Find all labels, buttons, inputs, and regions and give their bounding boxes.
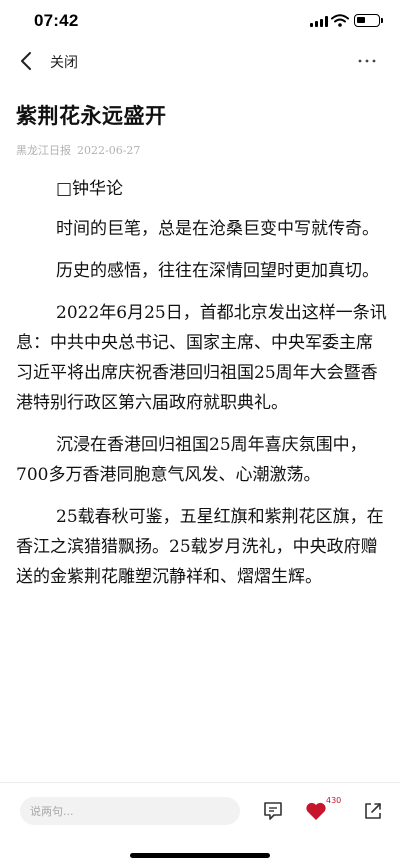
article-meta: 黑龙江日报 2022-06-27 — [16, 142, 140, 158]
home-indicator[interactable] — [130, 853, 270, 858]
chevron-left-icon[interactable] — [16, 50, 38, 72]
status-time: 07:42 — [34, 11, 79, 30]
signal-icon — [310, 16, 328, 27]
heart-icon[interactable] — [305, 801, 327, 821]
like-count: 430 — [326, 796, 342, 805]
battery-icon — [354, 14, 380, 27]
close-button[interactable]: 关闭 — [50, 52, 78, 72]
paragraph: 2022年6月25日，首都北京发出这样一条讯息：中共中央总书记、国家主席、中央军… — [16, 303, 387, 413]
article-source: 黑龙江日报 — [16, 144, 71, 157]
wifi-icon — [331, 14, 349, 27]
share-icon[interactable] — [362, 800, 384, 822]
paragraph: 历史的感悟，往往在深情回望时更加真切。 — [56, 261, 379, 281]
paragraph: 沉浸在香港回归祖国25周年喜庆氛围中，700多万香港同胞意气风发、心潮激荡。 — [16, 435, 367, 485]
author-line: □钟华论 — [56, 179, 124, 199]
article-title: 紫荆花永远盛开 — [16, 104, 167, 128]
comment-icon[interactable] — [262, 800, 284, 822]
bottom-action-bar: 430 — [0, 782, 400, 865]
paragraph: 时间的巨笔，总是在沧桑巨变中写就传奇。 — [56, 219, 379, 239]
battery-cap — [381, 18, 383, 23]
paragraph: 25载春秋可鉴，五星红旗和紫荆花区旗，在香江之滨猎猎飘扬。25载岁月洗礼，中央政… — [16, 507, 384, 587]
more-horizontal-icon[interactable] — [356, 52, 378, 70]
status-bar: 07:42 — [0, 0, 400, 42]
comment-input[interactable] — [20, 797, 240, 825]
article-body: □钟华论 时间的巨笔，总是在沧桑巨变中写就传奇。 历史的感悟，往往在深情回望时更… — [16, 174, 388, 604]
nav-bar: 关闭 — [0, 42, 400, 82]
article-date: 2022-06-27 — [77, 144, 141, 157]
